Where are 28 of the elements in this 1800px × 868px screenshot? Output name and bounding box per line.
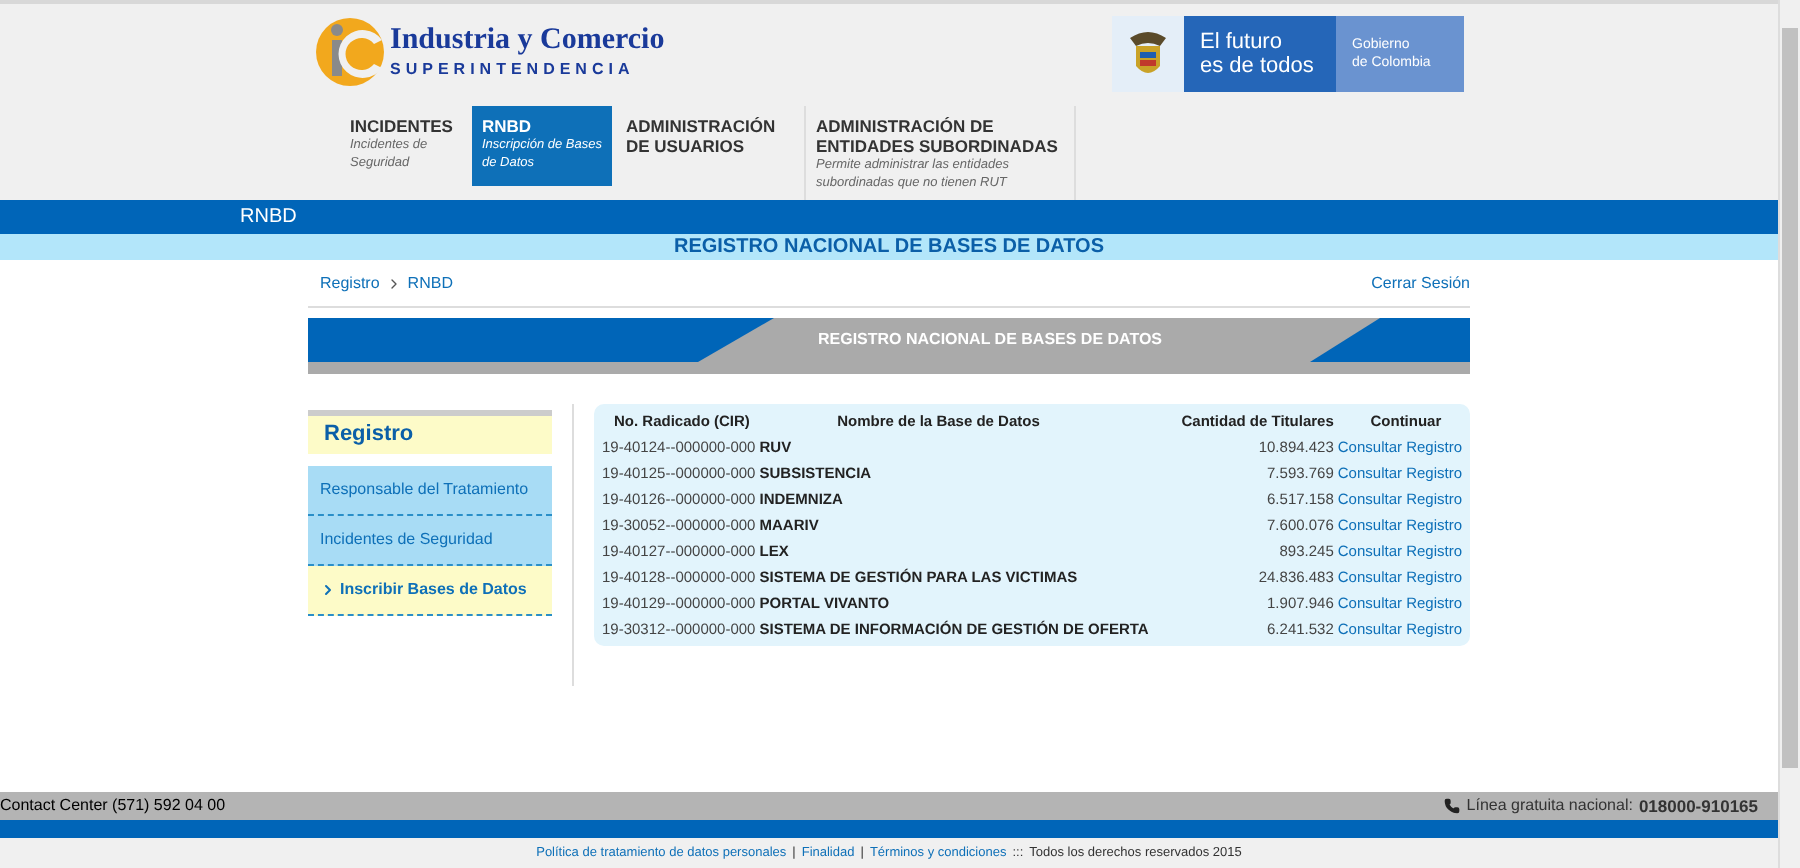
nav-tab-title: RNBD [482, 116, 534, 136]
breadcrumb-link[interactable]: Registro [320, 271, 380, 295]
government-slogan: es de todos [1200, 54, 1316, 78]
brand-subtitle: SUPERINTENDENCIA [390, 62, 637, 78]
sidebar-item[interactable]: Inscribir Bases de Datos [308, 566, 552, 616]
sidebar-item[interactable]: Incidentes de Seguridad [308, 516, 552, 566]
sidebar-title: Registro [324, 420, 414, 451]
contact-center: Contact Center (571) 592 04 00 [0, 794, 226, 818]
banner-title: REGISTRO NACIONAL DE BASES DE DATOS [818, 328, 1163, 352]
phone-icon [1444, 798, 1461, 814]
nav-tab[interactable]: ADMINISTRACIÓN DE USUARIOS [616, 106, 800, 200]
nav-tab-title: ADMINISTRACIÓN DE ENTIDADES SUBORDINADAS [816, 116, 1060, 156]
chevron-icon [320, 582, 336, 598]
sidebar-item-label: Responsable del Tratamiento [320, 478, 529, 502]
sidebar-item[interactable]: Responsable del Tratamiento [308, 466, 552, 516]
government-slogan: El futuro [1200, 30, 1284, 54]
logout-link[interactable]: Cerrar Sesión [1371, 271, 1470, 295]
hotline-number: 018000-910165 [1638, 793, 1758, 819]
hotline-label: Línea gratuita nacional: [1466, 794, 1633, 818]
sidebar-item-label: Inscribir Bases de Datos [340, 578, 527, 602]
brand-title: Industria y Comercio [390, 26, 665, 56]
logo-icon [314, 16, 386, 88]
nav-tab-title: INCIDENTES [350, 116, 455, 136]
nav-tab-title: ADMINISTRACIÓN DE USUARIOS [626, 116, 778, 156]
breadcrumb-link[interactable]: RNBD [407, 271, 453, 295]
section-label: RNBD [240, 204, 297, 232]
sidebar-item-label: Incidentes de Seguridad [320, 528, 493, 552]
page-title: REGISTRO NACIONAL DE BASES DE DATOS [673, 237, 1105, 257]
